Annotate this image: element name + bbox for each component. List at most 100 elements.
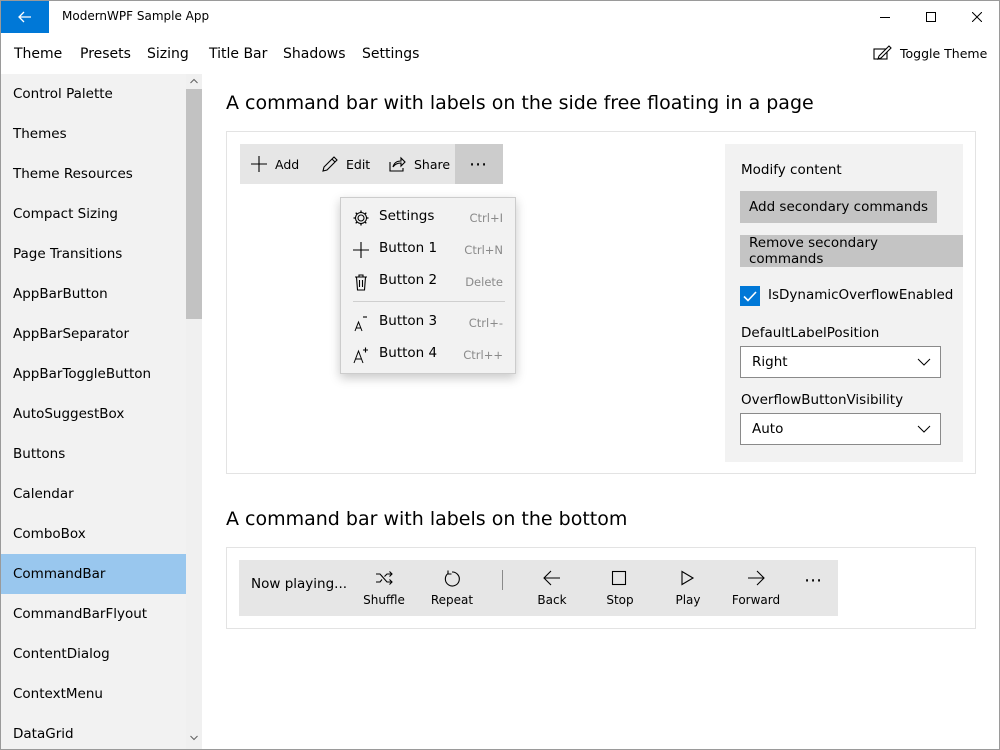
scroll-up-icon[interactable]	[190, 78, 198, 84]
add-button[interactable]: Add	[251, 144, 299, 184]
overflow-separator	[353, 301, 505, 302]
menu-presets[interactable]: Presets	[80, 46, 131, 62]
play-label: Play	[675, 593, 701, 607]
share-label: Share	[414, 156, 451, 172]
add-icon	[251, 156, 267, 172]
sidebar-scrollbar[interactable]	[186, 74, 202, 749]
example-card-side-labels: Add Edit Share ⋯ Settings Ctrl+I Button …	[226, 131, 976, 474]
sidebar-item-commandbarflyout[interactable]: CommandBarFlyout	[1, 594, 186, 634]
overflow-item-button-2[interactable]: Button 2 Delete	[341, 265, 515, 297]
forward-button[interactable]: Forward	[722, 560, 790, 616]
sidebar-item-contentdialog[interactable]: ContentDialog	[1, 634, 186, 674]
gear-icon	[353, 210, 369, 226]
menu-settings[interactable]: Settings	[362, 46, 419, 62]
more-dots-icon: ⋯	[804, 569, 824, 591]
arrow-right-icon	[748, 570, 765, 586]
more-dots-icon: ⋯	[469, 153, 489, 175]
play-button[interactable]: Play	[654, 560, 722, 616]
now-playing-text: Now playing...	[251, 576, 348, 592]
overflow-item-button-1[interactable]: Button 1 Ctrl+N	[341, 233, 515, 265]
command-separator	[502, 570, 503, 590]
shortcut-button-2: Delete	[465, 275, 503, 289]
edit-pencil-icon	[322, 156, 338, 172]
maximize-icon	[926, 12, 936, 22]
shortcut-settings: Ctrl+I	[469, 211, 504, 225]
more-options-button[interactable]: ⋯	[455, 144, 503, 184]
default-label-position-label: DefaultLabelPosition	[741, 325, 880, 341]
minimize-button[interactable]	[862, 1, 908, 33]
checkmark-icon	[743, 290, 757, 302]
toggle-theme-button[interactable]: Toggle Theme	[873, 45, 987, 61]
edit-button[interactable]: Edit	[322, 144, 370, 184]
back-button[interactable]	[1, 1, 49, 33]
overflow-item-settings[interactable]: Settings Ctrl+I	[341, 201, 515, 233]
sidebar-item-autosuggestbox[interactable]: AutoSuggestBox	[1, 394, 186, 434]
sidebar-item-compact-sizing[interactable]: Compact Sizing	[1, 194, 186, 234]
repeat-label: Repeat	[430, 593, 474, 607]
sidebar-nav: Control Palette Themes Theme Resources C…	[1, 74, 202, 749]
sidebar-item-buttons[interactable]: Buttons	[1, 434, 186, 474]
sidebar-item-appbarbutton[interactable]: AppBarButton	[1, 274, 186, 314]
app-title: ModernWPF Sample App	[62, 9, 210, 23]
back-label: Back	[537, 593, 567, 607]
sidebar-item-page-transitions[interactable]: Page Transitions	[1, 234, 186, 274]
menu-title-bar[interactable]: Title Bar	[209, 46, 267, 62]
paint-edit-icon	[873, 45, 892, 60]
shuffle-label: Shuffle	[363, 593, 405, 607]
scrollbar-thumb[interactable]	[186, 89, 202, 319]
sidebar-item-commandbar[interactable]: CommandBar	[1, 554, 186, 594]
repeat-button[interactable]: Repeat	[418, 560, 486, 616]
default-label-position-select[interactable]: Right	[740, 346, 941, 378]
overflow-button-visibility-select[interactable]: Auto	[740, 413, 941, 445]
overflow-item-button-4[interactable]: Button 4 Ctrl++	[341, 338, 515, 370]
maximize-button[interactable]	[908, 1, 954, 33]
close-icon	[972, 12, 982, 22]
sidebar-item-combobox[interactable]: ComboBox	[1, 514, 186, 554]
overflow-label-button-1: Button 1	[379, 240, 438, 256]
menu-sizing[interactable]: Sizing	[147, 46, 189, 62]
more-options-button-bottom[interactable]: ⋯	[790, 560, 838, 600]
dynamic-overflow-label: IsDynamicOverflowEnabled	[768, 287, 954, 303]
menu-bar: Theme Presets Sizing Title Bar Shadows S…	[1, 34, 999, 74]
add-secondary-commands-button[interactable]: Add secondary commands	[740, 191, 938, 223]
scroll-down-icon[interactable]	[190, 735, 198, 741]
sidebar-item-calendar[interactable]: Calendar	[1, 474, 186, 514]
shortcut-button-4: Ctrl++	[463, 348, 503, 362]
sidebar-item-datagrid[interactable]: DataGrid	[1, 714, 186, 749]
sidebar-item-appbartogglebutton[interactable]: AppBarToggleButton	[1, 354, 186, 394]
menu-theme[interactable]: Theme	[14, 46, 62, 62]
sidebar-item-theme-resources[interactable]: Theme Resources	[1, 154, 186, 194]
stop-label: Stop	[606, 593, 634, 607]
overflow-label-button-3: Button 3	[379, 313, 438, 329]
title-bar: ModernWPF Sample App	[1, 1, 999, 34]
section-title-side-labels: A command bar with labels on the side fr…	[226, 92, 814, 114]
play-icon	[681, 570, 695, 586]
minimize-icon	[880, 17, 890, 18]
remove-secondary-commands-button[interactable]: Remove secondary commands	[740, 235, 963, 267]
shuffle-button[interactable]: Shuffle	[350, 560, 418, 616]
sidebar-item-control-palette[interactable]: Control Palette	[1, 74, 186, 114]
command-bar-bottom-labels: Now playing... Shuffle Repeat Back Stop …	[239, 560, 838, 616]
close-button[interactable]	[954, 1, 999, 33]
back-media-button[interactable]: Back	[518, 560, 586, 616]
overflow-item-button-3[interactable]: Button 3 Ctrl+-	[341, 306, 515, 338]
forward-label: Forward	[731, 593, 781, 607]
menu-shadows[interactable]: Shadows	[283, 46, 346, 62]
command-bar-side-labels: Add Edit Share ⋯ Settings Ctrl+I Button …	[240, 144, 516, 374]
dynamic-overflow-checkbox[interactable]	[740, 286, 760, 306]
sidebar-item-contextmenu[interactable]: ContextMenu	[1, 674, 186, 714]
edit-label: Edit	[346, 156, 371, 172]
arrow-left-icon	[18, 11, 31, 23]
sidebar-item-themes[interactable]: Themes	[1, 114, 186, 154]
stop-button[interactable]: Stop	[586, 560, 654, 616]
overflow-menu: Settings Ctrl+I Button 1 Ctrl+N Button 2…	[340, 197, 516, 374]
repeat-icon	[444, 570, 460, 587]
arrow-left-icon	[543, 570, 560, 586]
chevron-down-icon	[917, 358, 931, 366]
sidebar-item-appbarseparator[interactable]: AppBarSeparator	[1, 314, 186, 354]
overflow-label-button-2: Button 2	[379, 272, 438, 288]
shortcut-button-3: Ctrl+-	[468, 316, 503, 330]
share-button[interactable]: Share	[389, 144, 450, 184]
shuffle-icon	[376, 571, 393, 585]
add-label: Add	[275, 156, 300, 172]
